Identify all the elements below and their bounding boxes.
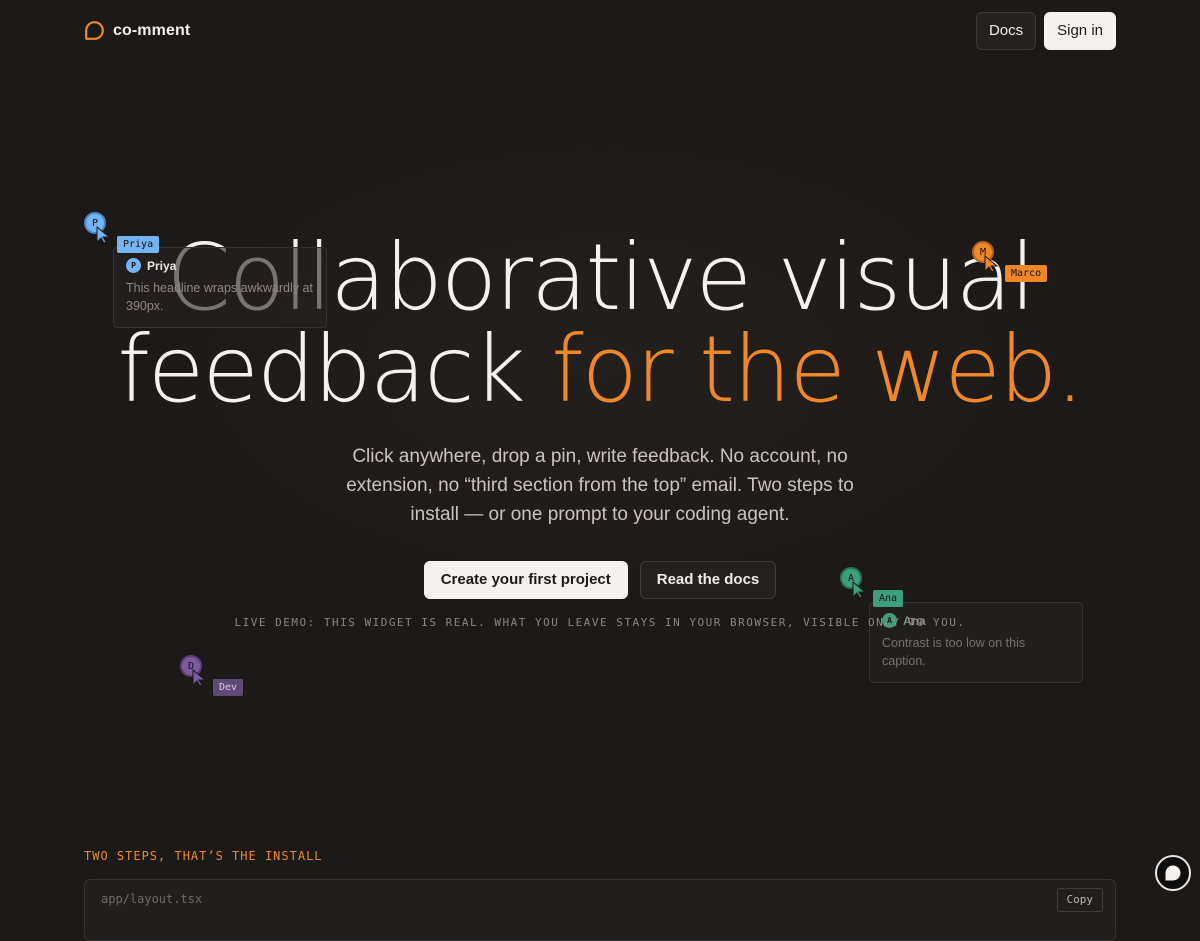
comment-author-avatar: P xyxy=(126,258,141,273)
cursor-label-ana: Ana xyxy=(873,590,904,607)
create-project-button[interactable]: Create your first project xyxy=(423,561,628,599)
comment-author: Priya xyxy=(147,258,177,273)
cursor-arrow-icon xyxy=(984,255,998,273)
read-docs-button[interactable]: Read the docs xyxy=(639,561,777,599)
comment-widget-button[interactable] xyxy=(1155,855,1191,891)
comment-text: Contrast is too low on this caption. xyxy=(882,636,1026,668)
brand-logo[interactable]: co-mment xyxy=(84,20,190,41)
comment-card-ana[interactable]: A Ana Contrast is too low on this captio… xyxy=(869,602,1083,683)
cursor-label-dev: Dev xyxy=(213,679,244,696)
hero-subtitle: Click anywhere, drop a pin, write feedba… xyxy=(346,446,854,525)
cursor-arrow-icon xyxy=(96,226,110,244)
comment-text: This headline wraps awkwardly at 390px. xyxy=(126,281,313,313)
live-demo-note: LIVE DEMO: THIS WIDGET IS REAL. WHAT YOU… xyxy=(234,616,966,629)
headline-plain: feedback xyxy=(117,316,552,423)
install-section-label: TWO STEPS, THAT’S THE INSTALL xyxy=(84,849,323,863)
cursor-arrow-icon xyxy=(852,581,866,599)
speech-bubble-icon xyxy=(85,21,104,40)
copy-button[interactable]: Copy xyxy=(1056,888,1103,912)
cursor-label-marco: Marco xyxy=(1005,265,1048,282)
install-code-block: app/layout.tsx Copy xyxy=(84,879,1116,941)
brand-name: co-mment xyxy=(113,21,191,39)
comment-bubble-icon xyxy=(1165,865,1181,881)
cursor-arrow-icon xyxy=(192,669,206,687)
comment-card-priya[interactable]: P Priya This headline wraps awkwardly at… xyxy=(113,247,327,328)
hero-headline-line2: feedback for the web. xyxy=(0,324,1200,416)
docs-button[interactable]: Docs xyxy=(975,12,1037,50)
top-nav: co-mment Docs Sign in xyxy=(84,12,1116,50)
headline-accent: for the web. xyxy=(551,316,1084,423)
cursor-label-priya: Priya xyxy=(117,236,160,253)
sign-in-button[interactable]: Sign in xyxy=(1044,12,1116,50)
code-file-path: app/layout.tsx xyxy=(101,892,203,906)
